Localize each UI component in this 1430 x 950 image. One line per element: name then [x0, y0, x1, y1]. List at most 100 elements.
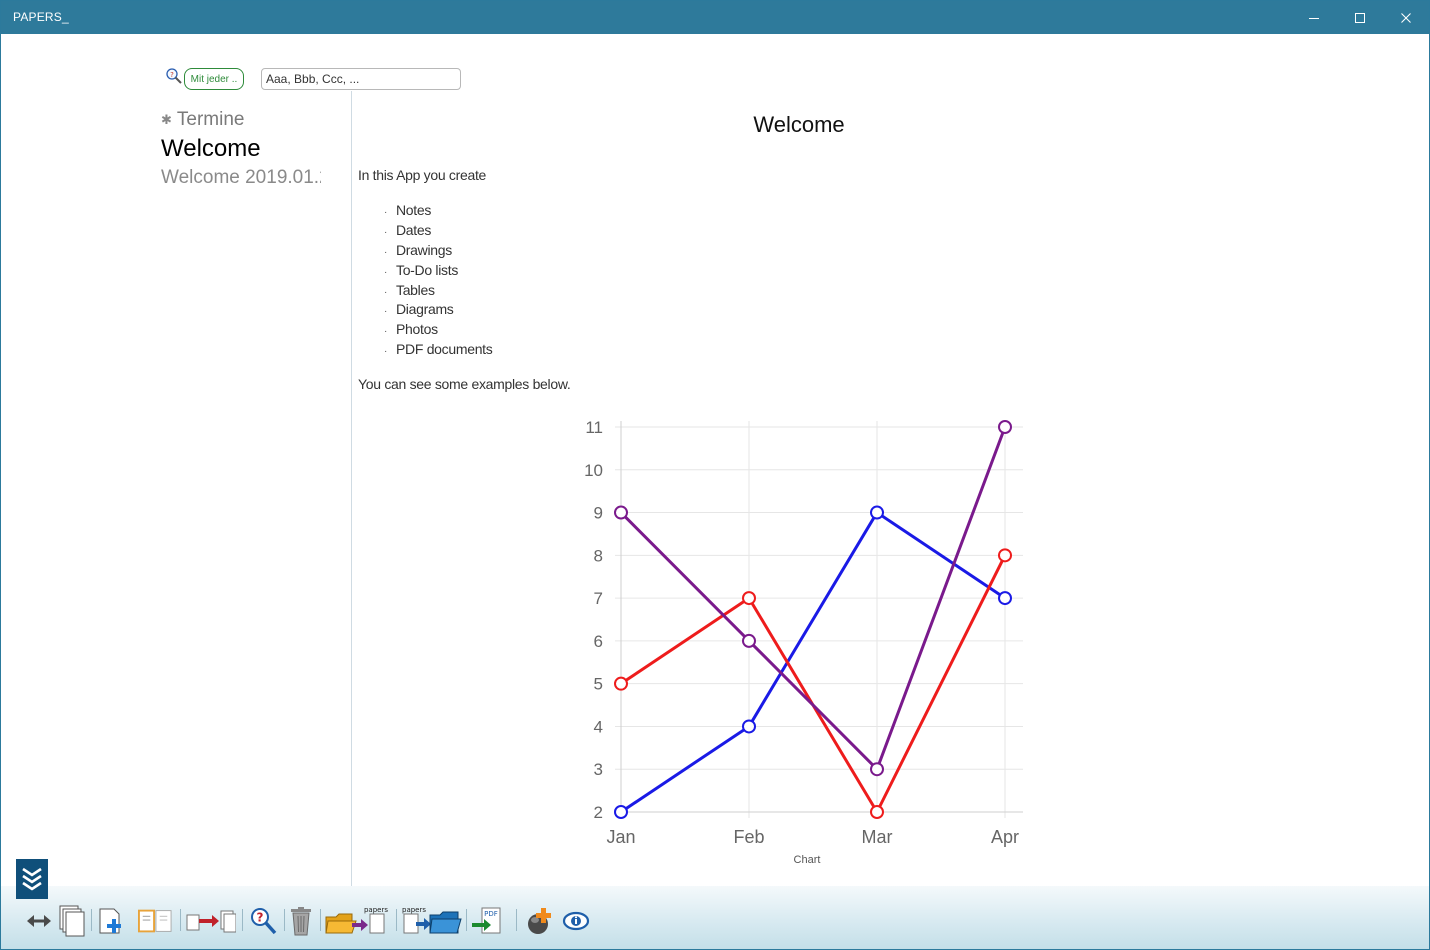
sidebar-divider[interactable]: [351, 91, 352, 891]
line-chart: 2 3 4 5 6 7 8 9 10 11 Jan Feb Mar Apr Chart: [561, 411, 1041, 871]
data-point: [742, 719, 756, 734]
search-input[interactable]: [261, 68, 461, 90]
examples-text: You can see some examples below.: [358, 376, 571, 392]
feature-list: · Notes · Dates · Drawings · To-Do lists · Ta…: [384, 201, 493, 360]
toolbar-separator: [516, 909, 517, 931]
y-tick-label: 10: [584, 461, 603, 480]
new-page-icon: [99, 908, 121, 934]
y-tick-label: 8: [594, 546, 603, 565]
list-item: · To-Do lists: [384, 261, 459, 278]
split-view-icon: [138, 909, 172, 933]
toolbar-separator: [242, 909, 243, 931]
sidebar-item-label: Termine: [176, 109, 245, 130]
svg-text:?: ?: [257, 911, 264, 925]
sidebar-item-termine[interactable]: ✱ Termine: [161, 106, 321, 134]
toolbar-separator: [180, 909, 181, 931]
export-papers-icon: papers: [325, 906, 388, 934]
series-line-0: [620, 511, 1006, 814]
data-point: [870, 505, 884, 520]
minimize-button[interactable]: [1291, 1, 1337, 34]
data-point: [614, 505, 628, 520]
x-tick-label: Jan: [606, 827, 635, 847]
star-icon: ✱: [161, 112, 172, 127]
list-item: · Drawings: [384, 241, 452, 258]
pdf-tag-label: PDF: [484, 910, 498, 918]
copy-pages-button[interactable]: [54, 904, 88, 938]
data-point: [742, 633, 756, 648]
data-point: [998, 420, 1012, 434]
copy-pages-icon: [59, 905, 85, 937]
data-point: [870, 805, 884, 819]
y-tick-label: 5: [594, 675, 603, 694]
move-page-button[interactable]: [186, 904, 236, 938]
svg-text:?: ?: [170, 71, 174, 79]
x-tick-label: Apr: [991, 827, 1019, 847]
app-window: PAPERS_ ? Mit jeder .. ✱ Termine Welcome …: [0, 0, 1430, 950]
papers-tag-label: papers: [364, 906, 388, 914]
notes-sidebar: ✱ Termine Welcome Welcome 2019.01.2: [161, 106, 351, 192]
data-point: [870, 762, 884, 777]
chart-svg: 2 3 4 5 6 7 8 9 10 11 Jan Feb Mar Apr Chart: [584, 418, 1023, 866]
resize-arrows-button[interactable]: [22, 904, 56, 938]
split-view-button[interactable]: [138, 904, 172, 938]
import-papers-icon: papers: [402, 906, 462, 934]
export-papers-button[interactable]: papers: [324, 904, 390, 938]
trash-icon: [291, 907, 311, 936]
sidebar-item-welcome[interactable]: Welcome: [161, 134, 321, 164]
add-plugin-button[interactable]: [522, 904, 556, 938]
y-tick-label: 6: [594, 632, 603, 651]
list-item: · Dates: [384, 221, 432, 238]
help-search-button[interactable]: ?: [246, 904, 280, 938]
title-bar[interactable]: PAPERS_: [1, 1, 1429, 34]
maximize-button[interactable]: [1337, 1, 1383, 34]
info-button[interactable]: [559, 904, 593, 938]
export-pdf-button[interactable]: PDF: [470, 904, 504, 938]
new-page-button[interactable]: [94, 904, 128, 938]
maximize-icon: [1355, 12, 1365, 23]
export-pdf-icon: PDF: [472, 907, 501, 934]
list-item-label: Photos: [396, 321, 438, 338]
list-item: · Tables: [384, 281, 435, 298]
toolbar-separator: [396, 909, 397, 931]
sidebar-item-label: Welcome: [161, 135, 261, 162]
resize-arrows-icon: [27, 915, 51, 927]
document-title: Welcome: [753, 112, 845, 137]
delete-button[interactable]: [284, 904, 318, 938]
collapse-panel-button[interactable]: [16, 859, 48, 899]
close-icon: [1401, 12, 1411, 23]
data-point: [998, 548, 1012, 563]
data-point: [614, 805, 628, 819]
list-item: · Photos: [384, 321, 438, 338]
sidebar-item-label: Welcome 2019.01.2: [161, 167, 321, 188]
y-tick-label: 2: [594, 803, 603, 822]
toolbar-separator: [320, 909, 321, 931]
data-point: [998, 591, 1012, 606]
info-icon: [562, 911, 590, 931]
add-plugin-icon: [528, 908, 551, 934]
x-tick-label: Feb: [733, 827, 764, 847]
x-tick-label: Mar: [862, 827, 893, 847]
list-item-label: To-Do lists: [396, 261, 459, 278]
list-item-label: Notes: [396, 202, 432, 218]
list-item: · Diagrams: [384, 301, 454, 318]
close-button[interactable]: [1383, 1, 1429, 34]
list-item-label: PDF documents: [396, 341, 493, 358]
chevrons-down-icon: [22, 867, 42, 891]
toolbar-separator: [466, 909, 467, 931]
help-search-icon: ?: [251, 908, 277, 935]
x-axis-label: Chart: [794, 854, 821, 866]
import-papers-button[interactable]: papers: [402, 904, 462, 938]
list-item-label: Diagrams: [396, 301, 454, 318]
search-mode-button[interactable]: Mit jeder ..: [184, 68, 244, 90]
data-point: [742, 591, 756, 606]
list-item: · PDF documents: [384, 341, 493, 358]
search-help-icon[interactable]: ?: [164, 67, 184, 87]
list-item: · Notes: [384, 202, 432, 218]
list-item-label: Drawings: [396, 241, 452, 258]
sidebar-item-welcome-date[interactable]: Welcome 2019.01.2: [161, 164, 321, 192]
minimize-icon: [1309, 17, 1319, 19]
y-tick-label: 9: [594, 504, 603, 523]
papers-tag-label: papers: [402, 906, 426, 914]
toolbar-separator: [91, 909, 92, 931]
y-tick-label: 4: [594, 717, 603, 736]
